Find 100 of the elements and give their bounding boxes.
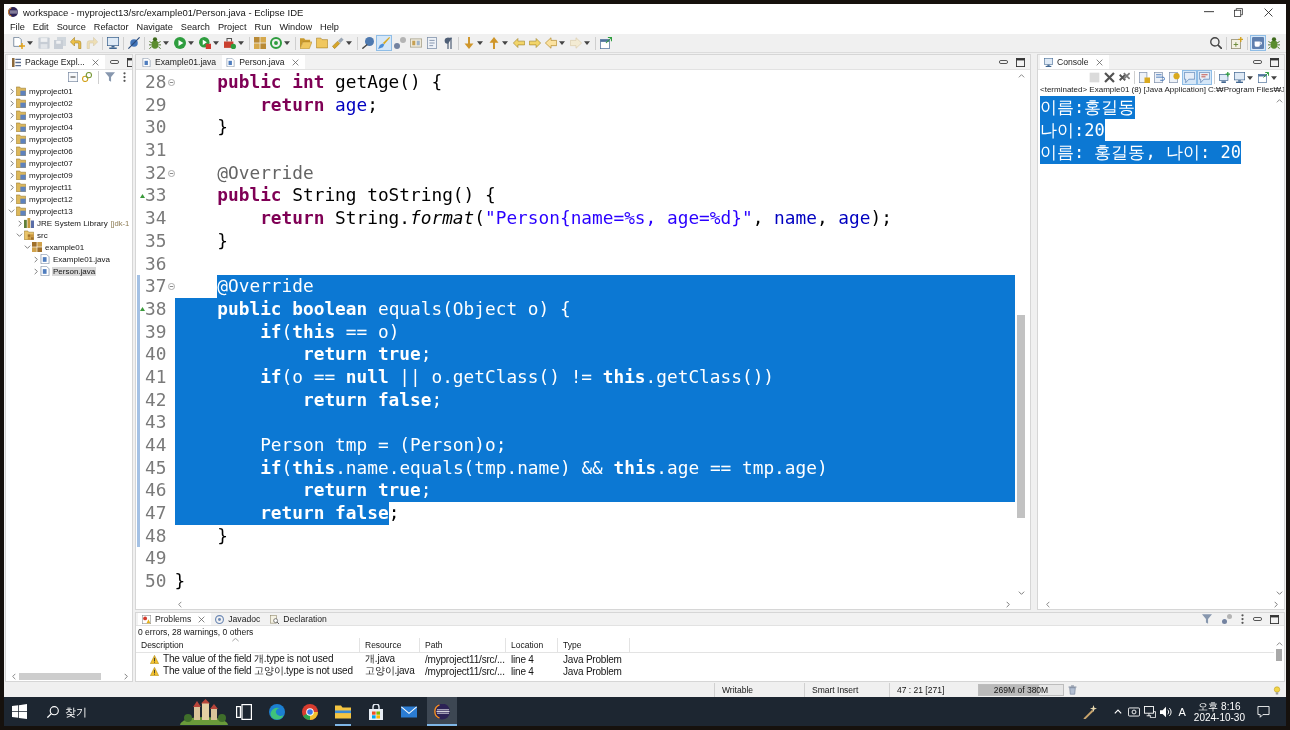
column-header[interactable]: Resource [360, 638, 420, 653]
dots-icon[interactable] [394, 37, 406, 49]
tree-item[interactable]: myproject09 [28, 170, 74, 180]
menu-icon[interactable] [1241, 614, 1244, 624]
menu-item[interactable]: Project [213, 22, 251, 32]
chevron-right-icon[interactable] [10, 111, 14, 119]
cup-icon[interactable] [1250, 35, 1266, 51]
maximize-icon[interactable] [1270, 57, 1279, 67]
right-pointer-icon[interactable] [529, 37, 541, 49]
brush-icon[interactable] [376, 35, 392, 51]
chevron-left-icon[interactable] [12, 672, 16, 680]
caret-icon[interactable] [238, 41, 244, 45]
chevron-right-icon[interactable] [10, 135, 14, 143]
chevron-right-icon[interactable] [10, 159, 14, 167]
tree-item[interactable]: myproject13 [28, 206, 74, 216]
filter-icon[interactable] [105, 72, 115, 82]
tab[interactable]: Problems [138, 613, 212, 625]
minimize-icon[interactable] [999, 60, 1008, 64]
restore-icon[interactable] [1234, 7, 1243, 17]
chain-link-icon[interactable] [82, 72, 92, 82]
caret-icon[interactable] [27, 41, 33, 45]
minus-circle-icon[interactable] [167, 283, 175, 291]
left-pointer-icon[interactable] [513, 37, 525, 49]
curved-arrow-icon[interactable] [70, 37, 82, 49]
chevron-right-icon[interactable] [34, 255, 38, 263]
column-header[interactable]: Description [136, 638, 360, 653]
caret-icon[interactable] [163, 41, 169, 45]
document-lock-icon[interactable] [1139, 72, 1150, 83]
chevron-right-icon[interactable] [124, 672, 128, 680]
tree-item[interactable]: example01 [44, 242, 86, 252]
wand-icon[interactable] [1082, 704, 1097, 719]
circle-box-icon[interactable] [1127, 705, 1140, 718]
menu-item[interactable]: Navigate [132, 22, 177, 32]
block-icon[interactable] [410, 37, 422, 49]
column-header[interactable]: Path [420, 638, 506, 653]
light-bulb-icon[interactable] [1273, 685, 1281, 695]
tab[interactable]: Example01.java [138, 55, 223, 69]
tree-item[interactable]: myproject02 [28, 98, 74, 108]
chevron-down-icon[interactable] [24, 245, 31, 249]
swirl-icon[interactable] [269, 703, 285, 720]
tree-item[interactable]: myproject01 [28, 86, 74, 96]
tab[interactable]: Person.java [222, 55, 305, 69]
menu-item[interactable]: Edit [28, 22, 53, 32]
tree-item[interactable]: myproject11 [28, 182, 73, 192]
caret-icon[interactable] [284, 41, 290, 45]
filter-icon[interactable] [1202, 614, 1212, 624]
open-folder-icon[interactable] [300, 37, 312, 49]
monitor-icon[interactable] [1143, 705, 1156, 718]
chevron-right-icon[interactable] [10, 123, 14, 131]
maximize-icon[interactable] [1016, 57, 1025, 67]
tab[interactable]: Package Expl... [8, 55, 105, 69]
menu-item[interactable]: Run [250, 22, 276, 32]
pushpin-icon[interactable] [362, 37, 374, 49]
tree-item[interactable]: myproject12 [28, 194, 74, 204]
minimize-icon[interactable] [1204, 11, 1214, 13]
tree-item[interactable]: myproject04 [28, 122, 74, 132]
minimize-icon[interactable] [1253, 60, 1262, 64]
clock-time[interactable]: 오후 8:16 [1198, 700, 1241, 712]
speaker-icon[interactable] [1159, 705, 1172, 718]
cross-icon[interactable] [1104, 72, 1115, 83]
monitor-plus-icon[interactable] [1219, 72, 1230, 83]
tab[interactable]: Declaration [266, 613, 333, 625]
caret-icon[interactable] [188, 41, 194, 45]
search-field[interactable]: 찾기 [65, 704, 95, 719]
chevron-right-icon[interactable] [1006, 600, 1010, 608]
grid-icon[interactable] [254, 37, 266, 49]
chevron-right-icon[interactable] [10, 171, 14, 179]
chevron-right-icon[interactable] [10, 147, 14, 155]
tree-item[interactable]: myproject05 [28, 134, 74, 144]
minimize-icon[interactable] [109, 60, 119, 64]
tree-item[interactable]: src [36, 230, 49, 240]
close-icon[interactable] [1264, 7, 1273, 17]
column-header[interactable]: Location [506, 638, 558, 653]
document-wrap-icon[interactable] [1154, 72, 1165, 83]
menu-item[interactable]: File [6, 22, 29, 32]
chevron-right-icon[interactable] [10, 87, 14, 95]
tab[interactable]: Javadoc [211, 613, 267, 625]
caret-icon[interactable] [1247, 75, 1253, 80]
clock-date[interactable]: 2024-10-30 [1193, 711, 1245, 723]
monitor-icon[interactable] [1234, 72, 1245, 83]
chevron-left-icon[interactable] [1046, 600, 1050, 608]
scrollbar-thumb[interactable] [1017, 315, 1025, 518]
chevron-left-icon[interactable] [178, 600, 182, 608]
chevron-down-icon[interactable] [1275, 591, 1283, 595]
minimize-icon[interactable] [1253, 617, 1262, 621]
input-mode-indicator[interactable]: A [1178, 705, 1186, 718]
menu-item[interactable]: Window [275, 22, 317, 32]
memory-bar[interactable]: 269M of 380M [978, 684, 1064, 696]
caret-icon[interactable] [559, 41, 565, 45]
minus-circle-icon[interactable] [167, 78, 175, 86]
menu-icon[interactable] [123, 72, 126, 82]
bug-icon[interactable] [1268, 37, 1280, 49]
scrollbar-thumb[interactable] [1276, 649, 1282, 661]
tab[interactable]: Console [1040, 55, 1109, 69]
toolbox-icon[interactable] [224, 37, 236, 49]
chevron-down-icon[interactable] [8, 209, 15, 213]
window-plus-icon[interactable] [1231, 37, 1243, 49]
chevron-right-icon[interactable] [10, 183, 14, 191]
tree-item[interactable]: Example01.java [52, 254, 111, 264]
caret-icon[interactable] [1271, 75, 1277, 80]
